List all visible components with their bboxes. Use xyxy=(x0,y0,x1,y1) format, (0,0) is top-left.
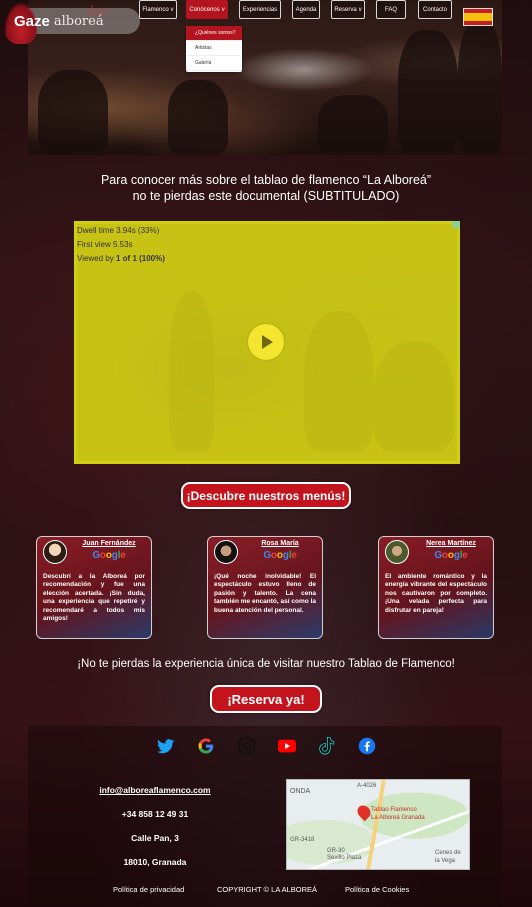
nav-item-conocenos[interactable]: Conócenos v xyxy=(186,0,228,19)
chevron-down-icon: v xyxy=(358,6,362,13)
privacy-policy-link[interactable]: Política de privacidad xyxy=(113,885,184,894)
dropdown-item-artistas[interactable]: Artistas xyxy=(186,41,242,56)
gaze-stats: Dwell time 3.94s (33%) First view 5.53s … xyxy=(77,224,165,266)
nav-item-reserva[interactable]: Reserva v xyxy=(331,0,365,19)
dropdown-item-galeria[interactable]: Galería xyxy=(186,56,242,71)
location-map[interactable]: ONDA A-4026 Tablao Flamenco La Alboreá G… xyxy=(286,779,470,870)
nav-item-contacto[interactable]: Contacto xyxy=(418,0,452,19)
reserve-button[interactable]: ¡Reserva ya! xyxy=(210,685,322,713)
review-text: Descubrí a la Alboreá por recomendación … xyxy=(43,573,145,623)
play-icon[interactable] xyxy=(248,324,284,360)
copyright-text: COPYRIGHT © LA ALBOREÁ xyxy=(217,885,318,894)
reviewer-name[interactable]: Juan Fernández xyxy=(71,540,147,547)
nav-item-flamenco[interactable]: Flamenco v xyxy=(139,0,177,19)
tiktok-icon[interactable] xyxy=(318,737,336,755)
chevron-down-icon: v xyxy=(170,6,174,13)
chevron-down-icon: v xyxy=(221,6,225,13)
reviewer-name[interactable]: Nerea Martínez xyxy=(413,540,489,547)
facebook-icon[interactable] xyxy=(358,737,376,755)
experience-tagline: ¡No te pierdas la experiencia única de v… xyxy=(77,658,455,670)
documentary-video[interactable]: Dwell time 3.94s (33%) First view 5.53s … xyxy=(74,221,460,464)
close-icon[interactable] xyxy=(452,221,460,229)
google-logo: Google xyxy=(263,550,297,561)
logo-text: alboreá xyxy=(53,13,104,29)
conocenos-dropdown: ¿Quiénes somos? Artistas Galería xyxy=(186,26,242,72)
nav-item-faq[interactable]: FAQ xyxy=(376,0,406,19)
street-address: Calle Pan, 3 xyxy=(131,833,179,843)
review-text: El ambiente romántico y la energía vibra… xyxy=(385,573,487,614)
cookies-policy-link[interactable]: Política de Cookies xyxy=(345,885,409,894)
review-card: Rosa María Google ¡Qué noche inolvidable… xyxy=(207,536,323,639)
discover-menus-button[interactable]: ¡Descubre nuestros menús! xyxy=(181,482,351,509)
reviewer-name[interactable]: Rosa María xyxy=(242,540,318,547)
email-link[interactable]: info@alboreaflamenco.com xyxy=(90,785,220,795)
avatar xyxy=(214,540,238,564)
dwell-time: Dwell time 3.94s (33%) xyxy=(77,226,160,235)
phone-number: +34 858 12 49 31 xyxy=(121,809,189,819)
twitter-icon[interactable] xyxy=(157,737,175,755)
nav-item-experiencias[interactable]: Experiencias xyxy=(239,0,281,19)
avatar xyxy=(43,540,67,564)
spain-flag-icon[interactable] xyxy=(463,8,493,26)
google-icon[interactable] xyxy=(197,737,215,755)
google-logo: Google xyxy=(434,550,468,561)
first-view: First view 5.53s xyxy=(77,240,133,249)
review-card: Juan Fernández Google Descubrí a la Albo… xyxy=(36,536,152,639)
instagram-icon[interactable] xyxy=(238,737,256,755)
dropdown-item-quienes-somos[interactable]: ¿Quiénes somos? xyxy=(186,26,242,41)
city-address: 18010, Granada xyxy=(123,857,187,867)
viewed-by: Viewed by 1 of 1 (100%) xyxy=(77,254,165,263)
gaze-label: Gaze xyxy=(14,12,50,30)
youtube-icon[interactable] xyxy=(278,737,296,755)
nav-item-agenda[interactable]: Agenda xyxy=(292,0,320,19)
google-logo: Google xyxy=(92,550,126,561)
review-text: ¡Qué noche inolvidable! El espectáculo e… xyxy=(214,573,316,614)
avatar xyxy=(385,540,409,564)
documentary-headline: Para conocer más sobre el tablao de flam… xyxy=(100,173,432,203)
review-card: Nerea Martínez Google El ambiente románt… xyxy=(378,536,494,639)
